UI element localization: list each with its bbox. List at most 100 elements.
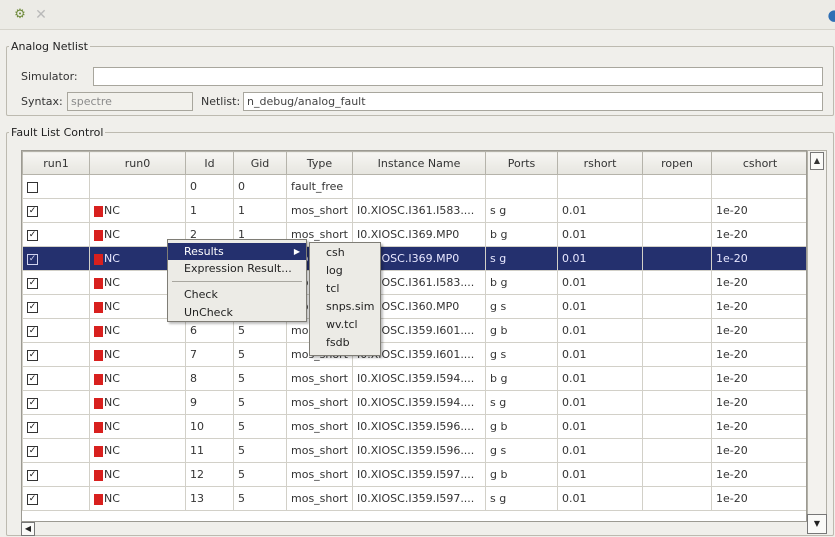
- scroll-down-arrow-icon[interactable]: ▼: [807, 514, 827, 534]
- run-checkbox[interactable]: ✓: [27, 421, 38, 433]
- run1-cell: ✓: [22, 222, 90, 247]
- nc-status-icon: [94, 373, 103, 385]
- column-header[interactable]: rshort: [557, 151, 643, 175]
- rshort-cell: [557, 174, 643, 199]
- cshort-cell: 1e-20: [711, 486, 806, 511]
- table-row[interactable]: ✓ NC 10 5 mos_short I0.XIOSC.I359.I596.... g b…: [22, 414, 806, 439]
- column-header[interactable]: Id: [185, 151, 234, 175]
- table-row[interactable]: ✓ NC 9 5 mos_short I0.XIOSC.I359.I594.... s g0…: [22, 390, 806, 415]
- run-checkbox[interactable]: ✓: [27, 349, 38, 361]
- nc-status-icon: [94, 493, 103, 505]
- run0-status: NC: [104, 348, 120, 361]
- ropen-cell: [642, 414, 712, 439]
- toolbar: ⚙ ✕ ●: [0, 0, 835, 30]
- settings-icon[interactable]: ⚙: [12, 7, 28, 23]
- scroll-up-arrow-icon[interactable]: ▲: [810, 152, 824, 170]
- run-checkbox[interactable]: ✓: [27, 373, 38, 385]
- column-header[interactable]: Type: [286, 151, 353, 175]
- submenu-item-log[interactable]: log: [310, 262, 380, 280]
- submenu-item-tcl[interactable]: tcl: [310, 280, 380, 298]
- table-body: 0 0 fault_free ✓ NC 1 1 mos_short I0.XIOSC.I361.…: [22, 174, 806, 511]
- ports-cell: g s: [485, 294, 558, 319]
- instance-cell: I0.XIOSC.I359.I597....: [352, 486, 486, 511]
- vertical-scrollbar[interactable]: ▲: [807, 150, 827, 522]
- ports-cell: s g: [485, 390, 558, 415]
- gid-cell: 5: [233, 342, 287, 367]
- scroll-left-arrow-icon[interactable]: ◀: [21, 522, 35, 536]
- cshort-cell: 1e-20: [711, 390, 806, 415]
- fault-list-legend: Fault List Control: [11, 126, 104, 139]
- info-icon[interactable]: ●: [826, 7, 835, 23]
- column-header[interactable]: run1: [22, 151, 90, 175]
- run1-cell: ✓: [22, 438, 90, 463]
- table-row[interactable]: ✓NC75mos_shortI0.XIOSC.I359.I601....g s0…: [22, 342, 806, 367]
- table-row[interactable]: ✓ NC 11 5 mos_short I0.XIOSC.I359.I596.... g s…: [22, 438, 806, 463]
- column-header[interactable]: run0: [89, 151, 186, 175]
- table-row[interactable]: ✓ NC 8 5 mos_short I0.XIOSC.I359.I594.... b g0…: [22, 366, 806, 391]
- instance-cell: I0.XIOSC.I359.I594....: [352, 390, 486, 415]
- nc-status-icon: [94, 205, 103, 217]
- table-row[interactable]: ✓ NC 2 1 mos_short I0.XIOSC.I369.MP0 b g 0.01 1e…: [22, 222, 806, 247]
- instance-cell: I0.XIOSC.I359.I594....: [352, 366, 486, 391]
- table-row[interactable]: ✓ NC 12 5 mos_short I0.XIOSC.I359.I597.... g b…: [22, 462, 806, 487]
- run0-status: NC: [104, 468, 120, 481]
- table-row[interactable]: ✓NC54mos_shortI0.XIOSC.I360.MP0g s0.011e…: [22, 294, 806, 319]
- rshort-cell: 0.01: [557, 318, 643, 343]
- ropen-cell: [642, 438, 712, 463]
- run1-cell: ✓: [22, 366, 90, 391]
- column-header[interactable]: Instance Name: [352, 151, 486, 175]
- nc-status-icon: [94, 445, 103, 457]
- table-row[interactable]: 0 0 fault_free: [22, 174, 806, 199]
- run-checkbox[interactable]: ✓: [27, 205, 38, 217]
- submenu-item-snps-sim[interactable]: snps.sim: [310, 298, 380, 316]
- run-checkbox[interactable]: [27, 181, 38, 193]
- run0-status: NC: [104, 228, 120, 241]
- run-checkbox[interactable]: ✓: [27, 229, 38, 241]
- run-checkbox[interactable]: ✓: [27, 469, 38, 481]
- ropen-cell: [642, 198, 712, 223]
- type-cell: mos_short: [286, 198, 353, 223]
- rshort-cell: 0.01: [557, 294, 643, 319]
- table-row[interactable]: ✓NC31mos_shortI0.XIOSC.I369.MP0s g0.011e…: [22, 246, 806, 271]
- run0-cell: NC: [89, 462, 186, 487]
- run-checkbox[interactable]: ✓: [27, 325, 38, 337]
- column-header[interactable]: ropen: [642, 151, 712, 175]
- ropen-cell: [642, 462, 712, 487]
- ports-cell: g b: [485, 462, 558, 487]
- instance-cell: I0.XIOSC.I361.I583....: [352, 198, 486, 223]
- menu-item-results[interactable]: Results ▶: [168, 243, 306, 260]
- column-header[interactable]: Gid: [233, 151, 287, 175]
- ropen-cell: [642, 174, 712, 199]
- table-row[interactable]: ✓ NC 13 5 mos_short I0.XIOSC.I359.I597.... s g…: [22, 486, 806, 511]
- run-checkbox[interactable]: ✓: [27, 253, 38, 265]
- type-cell: fault_free: [286, 174, 353, 199]
- run-checkbox[interactable]: ✓: [27, 493, 38, 505]
- run0-status: NC: [104, 372, 120, 385]
- menu-item-expression-result[interactable]: Expression Result...: [168, 260, 306, 277]
- menu-item-uncheck[interactable]: UnCheck: [168, 304, 306, 321]
- submenu-item-fsdb[interactable]: fsdb: [310, 334, 380, 352]
- table-row[interactable]: ✓ NC 1 1 mos_short I0.XIOSC.I361.I583.... s g0…: [22, 198, 806, 223]
- run1-cell: ✓: [22, 486, 90, 511]
- run-checkbox[interactable]: ✓: [27, 277, 38, 289]
- simulator-input[interactable]: [93, 67, 823, 86]
- run0-cell: NC: [89, 390, 186, 415]
- run-checkbox[interactable]: ✓: [27, 301, 38, 313]
- netlist-input[interactable]: n_debug/analog_fault: [243, 92, 823, 111]
- menu-separator: [172, 281, 302, 282]
- column-header[interactable]: cshort: [711, 151, 806, 175]
- run-checkbox[interactable]: ✓: [27, 445, 38, 457]
- column-header[interactable]: Ports: [485, 151, 558, 175]
- ropen-cell: [642, 342, 712, 367]
- table-row[interactable]: ✓NC65mos_shortI0.XIOSC.I359.I601....g b0…: [22, 318, 806, 343]
- type-cell: mos_short: [286, 414, 353, 439]
- table-row[interactable]: ✓NC43mos_shortI0.XIOSC.I361.I583....b g0…: [22, 270, 806, 295]
- submenu-item-wv-tcl[interactable]: wv.tcl: [310, 316, 380, 334]
- rshort-cell: 0.01: [557, 246, 643, 271]
- id-cell: 6: [185, 318, 234, 343]
- close-icon[interactable]: ✕: [33, 7, 49, 23]
- submenu-item-csh[interactable]: csh: [310, 244, 380, 262]
- run-checkbox[interactable]: ✓: [27, 397, 38, 409]
- type-cell: mos_short: [286, 486, 353, 511]
- menu-item-check[interactable]: Check: [168, 286, 306, 303]
